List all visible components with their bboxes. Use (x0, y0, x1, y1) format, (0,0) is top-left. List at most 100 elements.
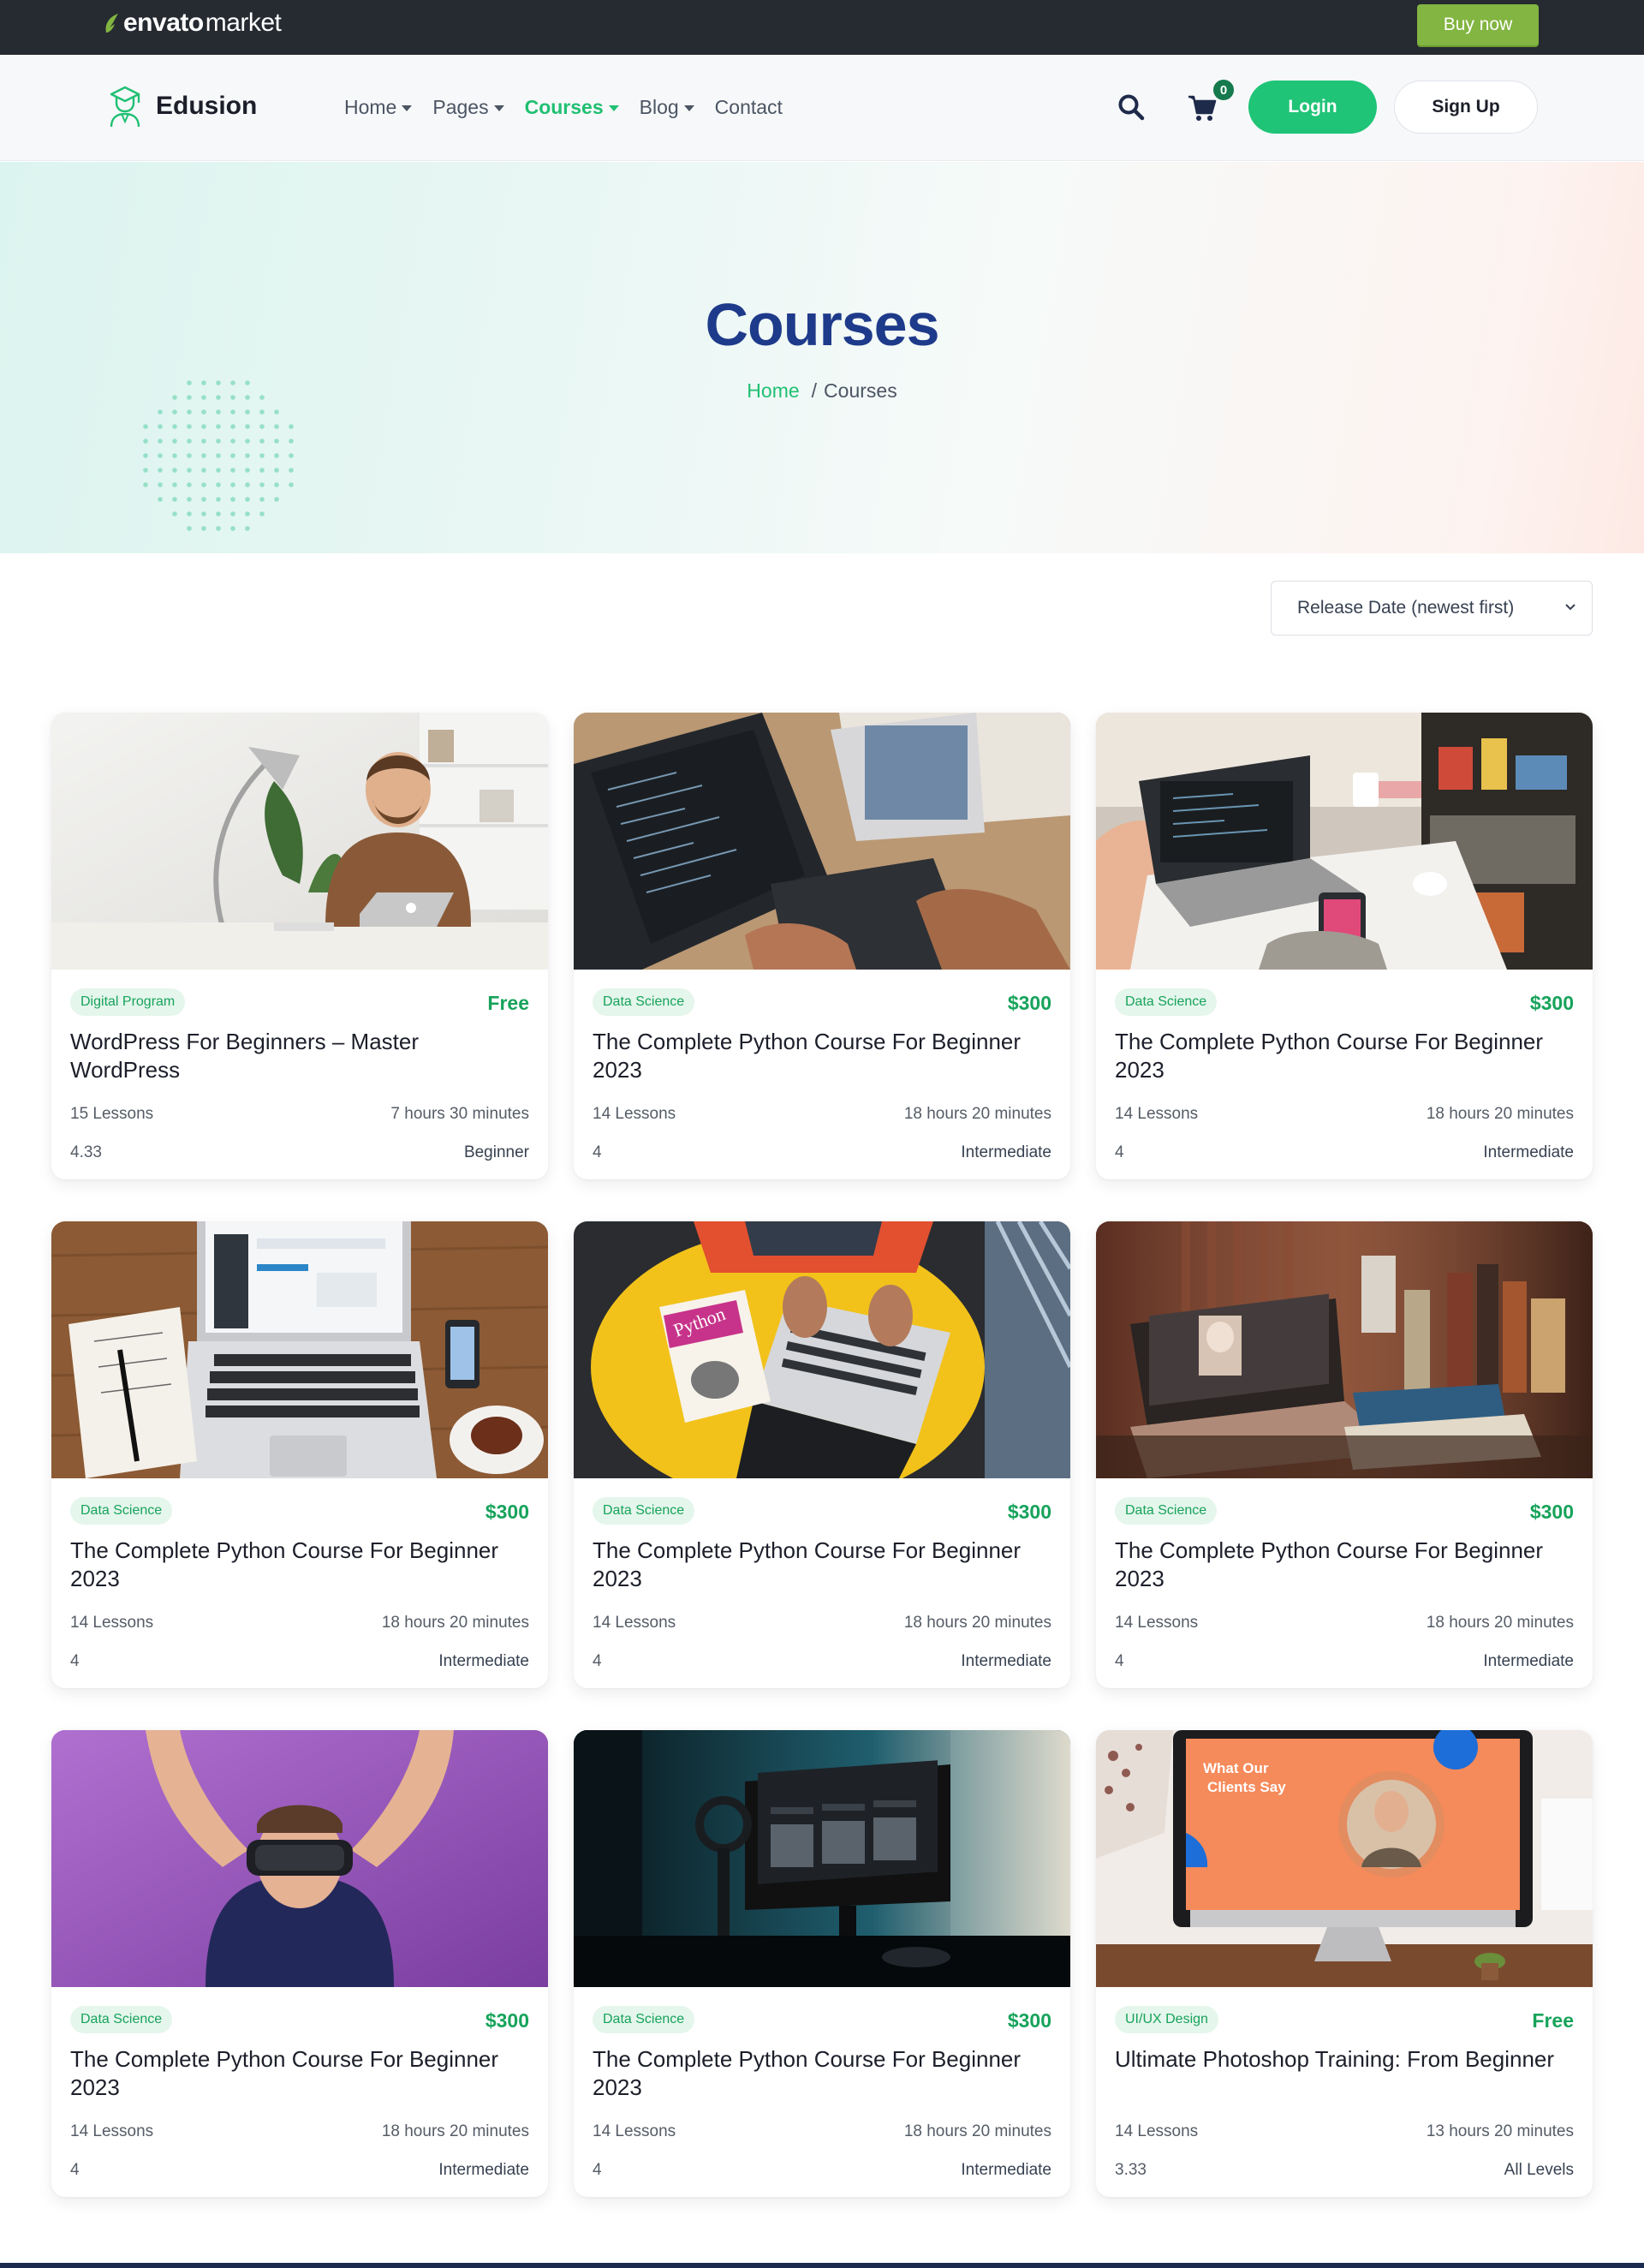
course-meta-row: 15 Lessons 7 hours 30 minutes (70, 1105, 529, 1124)
course-title[interactable]: The Complete Python Course For Beginner … (593, 1028, 1051, 1084)
nav-blog-label: Blog (639, 96, 679, 118)
course-lessons: 14 Lessons (593, 1614, 676, 1632)
course-level: All Levels (1504, 2161, 1574, 2179)
image-caption-line-1: What Our (1203, 1760, 1269, 1776)
course-title[interactable]: The Complete Python Course For Beginner … (70, 1537, 529, 1593)
course-rating: 4 (593, 1652, 602, 1670)
course-card[interactable]: Data Science $300 The Complete Python Co… (574, 1730, 1070, 2197)
course-meta-row: 4 Intermediate (70, 2161, 529, 2180)
brand-logo[interactable]: Edusion (106, 84, 257, 128)
course-thumbnail[interactable] (51, 1221, 548, 1478)
login-button[interactable]: Login (1248, 81, 1377, 134)
course-thumbnail[interactable] (51, 713, 548, 970)
course-level: Beginner (463, 1143, 529, 1161)
nav-courses-label: Courses (524, 96, 604, 118)
course-card[interactable]: Python Data Science $300 The Complete Py… (574, 1221, 1070, 1688)
course-card[interactable]: Digital Program Free WordPress For Begin… (51, 713, 548, 1179)
course-card[interactable]: Data Science $300 The Complete Python Co… (51, 1221, 548, 1688)
page-title: Courses (705, 291, 939, 358)
course-thumbnail[interactable] (1096, 1221, 1593, 1478)
course-meta-row: 4.33 Beginner (70, 1143, 529, 1162)
envato-logo[interactable]: envato market (103, 9, 282, 38)
course-thumbnail[interactable] (574, 713, 1070, 970)
breadcrumb-current: Courses (824, 379, 897, 402)
nav-courses[interactable]: Courses (525, 96, 619, 119)
course-rating: 4 (70, 1652, 80, 1670)
course-price: $300 (1007, 992, 1051, 1014)
sort-select[interactable]: Release Date (newest first) (1271, 581, 1593, 636)
course-card-body: UI/UX Design Free Ultimate Photoshop Tra… (1096, 1987, 1593, 2197)
envato-leaf-icon (105, 14, 118, 33)
course-price: $300 (1529, 992, 1574, 1014)
course-card-body: Data Science $300 The Complete Python Co… (574, 1987, 1070, 2197)
course-thumbnail[interactable] (574, 1730, 1070, 1987)
course-card[interactable]: Data Science $300 The Complete Python Co… (1096, 713, 1593, 1179)
nav-home[interactable]: Home (344, 96, 413, 119)
cart-icon[interactable] (1187, 93, 1218, 123)
signup-button[interactable]: Sign Up (1394, 81, 1538, 134)
course-title[interactable]: Ultimate Photoshop Training: From Beginn… (1115, 2045, 1574, 2102)
course-meta-row: 14 Lessons 18 hours 20 minutes (593, 1614, 1051, 1632)
buy-now-button[interactable]: Buy now (1417, 4, 1539, 45)
course-lessons: 15 Lessons (70, 1105, 154, 1123)
course-title[interactable]: The Complete Python Course For Beginner … (70, 2045, 529, 2102)
cart-count-badge: 0 (1212, 78, 1236, 102)
course-duration: 18 hours 20 minutes (903, 1105, 1051, 1123)
course-title[interactable]: WordPress For Beginners – Master WordPre… (70, 1028, 529, 1084)
course-card[interactable]: Data Science $300 The Complete Python Co… (51, 1730, 548, 2197)
course-category-badge[interactable]: Data Science (1115, 1497, 1218, 1525)
course-meta-row: 14 Lessons 18 hours 20 minutes (593, 1105, 1051, 1124)
course-meta-row: 4 Intermediate (593, 1652, 1051, 1671)
course-card[interactable]: Data Science $300 The Complete Python Co… (1096, 1221, 1593, 1688)
nav-contact[interactable]: Contact (715, 96, 783, 119)
course-rating: 4.33 (70, 1143, 102, 1161)
course-duration: 13 hours 20 minutes (1426, 2122, 1574, 2140)
chevron-down-icon (608, 105, 619, 111)
course-meta-row: 4 Intermediate (1115, 1652, 1574, 1671)
course-thumbnail[interactable] (1096, 713, 1593, 970)
course-category-badge[interactable]: Data Science (70, 2006, 173, 2033)
course-price: $300 (1007, 2009, 1051, 2032)
course-rating: 4 (70, 2161, 80, 2179)
course-category-badge[interactable]: Data Science (1115, 988, 1218, 1016)
course-card-body: Data Science $300 The Complete Python Co… (51, 1478, 548, 1688)
course-thumbnail[interactable] (51, 1730, 548, 1987)
nav-pages[interactable]: Pages (432, 96, 504, 119)
course-meta-row: 14 Lessons 18 hours 20 minutes (70, 2122, 529, 2141)
course-rating: 4 (1115, 1143, 1124, 1161)
course-title[interactable]: The Complete Python Course For Beginner … (593, 2045, 1051, 2102)
chevron-down-icon (1565, 604, 1576, 611)
course-category-badge[interactable]: Digital Program (70, 988, 186, 1016)
course-title[interactable]: The Complete Python Course For Beginner … (1115, 1028, 1574, 1084)
course-card-body: Data Science $300 The Complete Python Co… (574, 970, 1070, 1179)
course-card-body: Data Science $300 The Complete Python Co… (1096, 970, 1593, 1179)
course-card[interactable]: What Our Clients Say UI/UX Design Free Ul… (1096, 1730, 1593, 2197)
envato-logo-regular: market (205, 9, 282, 37)
nav-blog[interactable]: Blog (640, 96, 694, 119)
course-thumbnail[interactable]: What Our Clients Say (1096, 1730, 1593, 1987)
nav-contact-label: Contact (714, 96, 783, 118)
course-duration: 18 hours 20 minutes (381, 1614, 529, 1632)
course-meta-row: 14 Lessons 18 hours 20 minutes (1115, 1105, 1574, 1124)
course-category-badge[interactable]: UI/UX Design (1115, 2006, 1218, 2033)
course-card[interactable]: Data Science $300 The Complete Python Co… (574, 713, 1070, 1179)
course-category-badge[interactable]: Data Science (70, 1497, 173, 1525)
envato-logo-bold: envato (123, 9, 204, 37)
course-title[interactable]: The Complete Python Course For Beginner … (1115, 1537, 1574, 1593)
chevron-down-icon (683, 105, 694, 111)
course-rating: 4 (593, 2161, 602, 2179)
course-category-badge[interactable]: Data Science (593, 988, 695, 1016)
course-title[interactable]: The Complete Python Course For Beginner … (593, 1537, 1051, 1593)
graduate-logo-icon (110, 86, 140, 128)
course-level: Intermediate (1483, 1143, 1574, 1161)
breadcrumb-home-link[interactable]: Home (747, 379, 799, 402)
search-icon[interactable] (1117, 93, 1146, 122)
course-category-badge[interactable]: Data Science (593, 2006, 695, 2033)
course-card-body: Data Science $300 The Complete Python Co… (51, 1987, 548, 2197)
course-lessons: 14 Lessons (593, 2122, 676, 2140)
course-lessons: 14 Lessons (593, 1105, 676, 1123)
course-category-badge[interactable]: Data Science (593, 1497, 695, 1525)
sort-select-value: Release Date (newest first) (1297, 598, 1515, 618)
course-level: Intermediate (961, 1143, 1051, 1161)
course-thumbnail[interactable]: Python (574, 1221, 1070, 1478)
